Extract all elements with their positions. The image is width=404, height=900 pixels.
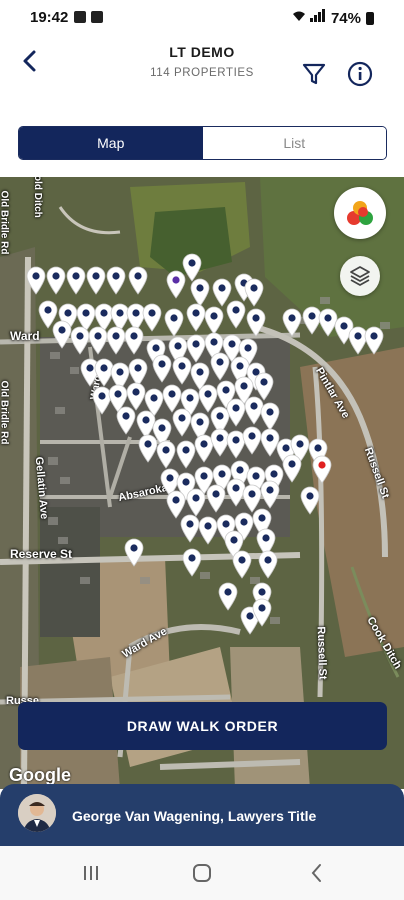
view-toggle: Map List <box>18 126 387 160</box>
property-pin[interactable] <box>65 265 87 295</box>
property-pin[interactable] <box>281 453 303 483</box>
property-pin[interactable] <box>225 299 247 329</box>
property-pin[interactable] <box>231 549 253 579</box>
property-pin[interactable] <box>363 325 385 355</box>
app-notification-icon <box>91 11 103 23</box>
page-title: LT DEMO <box>169 44 235 60</box>
color-legend-button[interactable] <box>334 187 386 239</box>
nav-back-button[interactable] <box>304 860 330 886</box>
property-pin[interactable] <box>209 351 231 381</box>
recent-apps-icon <box>84 866 98 880</box>
battery-percent: 74% <box>330 9 361 27</box>
google-logo: Google <box>9 765 71 785</box>
property-pin[interactable] <box>163 307 185 337</box>
property-pin[interactable] <box>85 265 107 295</box>
home-button[interactable] <box>189 860 215 886</box>
layers-icon <box>350 266 370 286</box>
battery-icon <box>366 11 374 25</box>
property-pin[interactable] <box>45 265 67 295</box>
property-pin[interactable] <box>25 265 47 295</box>
property-pin[interactable] <box>251 597 273 627</box>
agent-name: George Van Wagening, Lawyers Title <box>72 808 317 824</box>
status-right: 74% <box>292 9 374 27</box>
layers-button[interactable] <box>340 256 380 296</box>
property-pin[interactable] <box>217 581 239 611</box>
header: LT DEMO 114 PROPERTIES <box>0 34 404 110</box>
status-bar: 19:42 74% <box>0 0 404 34</box>
property-pin[interactable] <box>205 483 227 513</box>
draw-walk-order-button[interactable]: DRAW WALK ORDER <box>18 702 387 750</box>
info-button[interactable] <box>346 60 374 88</box>
property-count: 114 PROPERTIES <box>150 67 254 79</box>
property-pin[interactable] <box>245 307 267 337</box>
property-pin[interactable] <box>155 439 177 469</box>
property-pin[interactable] <box>105 265 127 295</box>
property-pin[interactable] <box>151 353 173 383</box>
notification-icons <box>74 11 103 23</box>
gallery-icon <box>74 11 86 23</box>
recent-apps-button[interactable] <box>78 860 104 886</box>
property-pin[interactable] <box>165 269 187 299</box>
property-pin[interactable] <box>259 479 281 509</box>
status-time: 19:42 <box>30 9 69 26</box>
avatar <box>18 794 56 832</box>
color-dots-icon <box>347 201 373 225</box>
home-icon <box>193 864 211 882</box>
system-nav-bar <box>0 846 404 900</box>
property-pin[interactable] <box>123 325 145 355</box>
property-pin[interactable] <box>115 405 137 435</box>
agent-banner[interactable]: George Van Wagening, Lawyers Title <box>0 784 404 846</box>
filter-button[interactable] <box>300 60 328 88</box>
tab-list[interactable]: List <box>202 127 386 159</box>
back-icon <box>311 864 321 882</box>
selected-property-pin[interactable] <box>311 454 333 484</box>
filter-icon <box>302 63 326 85</box>
signal-icon <box>292 9 326 27</box>
property-pin[interactable] <box>299 485 321 515</box>
info-icon <box>347 61 373 87</box>
tab-map[interactable]: Map <box>19 127 203 159</box>
map-view[interactable]: Ward Ward Pintlar Ave Russell St Gellati… <box>0 177 404 789</box>
property-pin[interactable] <box>257 549 279 579</box>
property-pin[interactable] <box>181 547 203 577</box>
property-pin[interactable] <box>123 537 145 567</box>
property-pin[interactable] <box>127 265 149 295</box>
property-pin[interactable] <box>281 307 303 337</box>
